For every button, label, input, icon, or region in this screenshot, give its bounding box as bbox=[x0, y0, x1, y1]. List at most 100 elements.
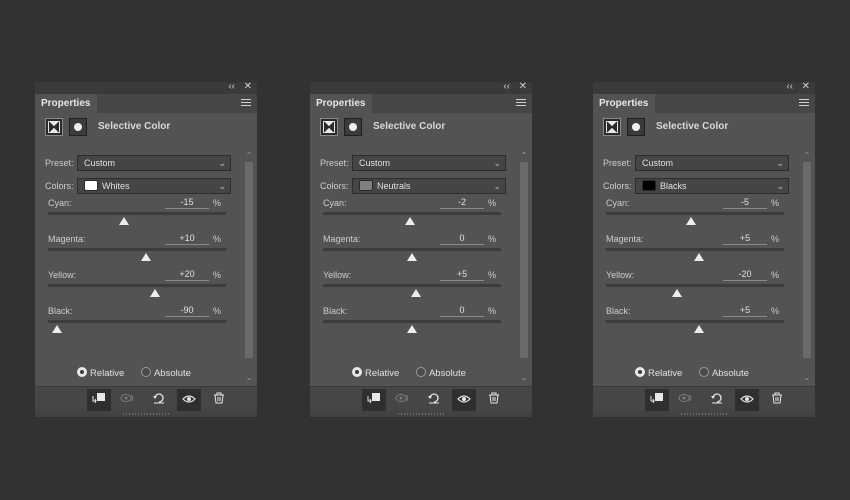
slider-value-input[interactable]: +5 bbox=[440, 269, 484, 281]
scroll-up-icon[interactable]: ⌃ bbox=[519, 152, 529, 160]
relative-radio[interactable] bbox=[352, 367, 362, 378]
scrollbar-thumb[interactable] bbox=[520, 162, 528, 358]
tab-properties[interactable]: Properties bbox=[593, 94, 655, 113]
view-previous-state-icon[interactable] bbox=[675, 389, 699, 411]
eye-icon[interactable] bbox=[452, 389, 476, 411]
reset-icon[interactable] bbox=[422, 389, 446, 411]
tab-properties[interactable]: Properties bbox=[310, 94, 372, 113]
relative-label[interactable]: Relative bbox=[648, 368, 682, 379]
double-chevron-left-icon[interactable]: ‹‹ bbox=[503, 81, 510, 93]
slider-value-input[interactable]: +5 bbox=[723, 233, 767, 245]
resize-grip[interactable] bbox=[35, 411, 257, 417]
eye-icon[interactable] bbox=[735, 389, 759, 411]
preset-dropdown[interactable]: Custom ⌄ bbox=[635, 155, 789, 171]
slider-track[interactable] bbox=[48, 320, 226, 323]
slider-knob[interactable] bbox=[51, 325, 62, 333]
slider-track[interactable] bbox=[606, 284, 784, 287]
relative-radio[interactable] bbox=[635, 367, 645, 378]
slider-knob[interactable] bbox=[411, 289, 422, 297]
layer-mask-icon[interactable] bbox=[69, 118, 87, 136]
slider-track[interactable] bbox=[323, 320, 501, 323]
scrollbar[interactable]: ⌃ ⌄ bbox=[519, 152, 529, 382]
slider-track[interactable] bbox=[323, 248, 501, 251]
slider-value-input[interactable]: 0 bbox=[440, 233, 484, 245]
selective-color-adjustment-icon[interactable] bbox=[320, 118, 338, 136]
selective-color-adjustment-icon[interactable] bbox=[45, 118, 63, 136]
double-chevron-left-icon[interactable]: ‹‹ bbox=[228, 81, 235, 93]
colors-dropdown[interactable]: Neutrals ⌄ bbox=[352, 178, 506, 194]
absolute-label[interactable]: Absolute bbox=[712, 368, 749, 379]
slider-track[interactable] bbox=[606, 248, 784, 251]
slider-knob[interactable] bbox=[405, 217, 416, 225]
close-icon[interactable]: ✕ bbox=[802, 81, 810, 93]
panel-menu-icon[interactable] bbox=[516, 99, 526, 108]
scroll-up-icon[interactable]: ⌃ bbox=[802, 152, 812, 160]
slider-knob[interactable] bbox=[407, 253, 417, 261]
relative-label[interactable]: Relative bbox=[90, 368, 124, 379]
slider-knob[interactable] bbox=[407, 325, 417, 333]
absolute-radio[interactable] bbox=[698, 367, 709, 378]
slider-track[interactable] bbox=[323, 284, 501, 287]
slider-track[interactable] bbox=[606, 320, 784, 323]
selective-color-adjustment-icon[interactable] bbox=[603, 118, 621, 136]
slider-knob[interactable] bbox=[118, 217, 129, 225]
clip-to-layer-icon[interactable] bbox=[362, 389, 386, 411]
trash-icon[interactable] bbox=[207, 389, 231, 411]
double-chevron-left-icon[interactable]: ‹‹ bbox=[786, 81, 793, 93]
resize-grip[interactable] bbox=[310, 411, 532, 417]
slider-knob[interactable] bbox=[672, 289, 683, 297]
absolute-radio[interactable] bbox=[415, 367, 426, 378]
scrollbar[interactable]: ⌃ ⌄ bbox=[244, 152, 254, 382]
slider-knob[interactable] bbox=[685, 217, 696, 225]
clip-to-layer-icon[interactable] bbox=[87, 389, 111, 411]
eye-icon[interactable] bbox=[177, 389, 201, 411]
slider-track[interactable] bbox=[323, 212, 501, 215]
scrollbar-thumb[interactable] bbox=[803, 162, 811, 358]
relative-label[interactable]: Relative bbox=[365, 368, 399, 379]
slider-value-input[interactable]: -20 bbox=[723, 269, 767, 281]
absolute-label[interactable]: Absolute bbox=[429, 368, 466, 379]
slider-knob[interactable] bbox=[149, 289, 160, 297]
reset-icon[interactable] bbox=[705, 389, 729, 411]
scroll-up-icon[interactable]: ⌃ bbox=[244, 152, 254, 160]
preset-dropdown[interactable]: Custom ⌄ bbox=[77, 155, 231, 171]
view-previous-state-icon[interactable] bbox=[392, 389, 416, 411]
slider-value-input[interactable]: +5 bbox=[723, 305, 767, 317]
layer-mask-icon[interactable] bbox=[627, 118, 645, 136]
panel-title-bar[interactable]: ‹‹ ✕ bbox=[310, 81, 532, 94]
scrollbar[interactable]: ⌃ ⌄ bbox=[802, 152, 812, 382]
scroll-down-icon[interactable]: ⌄ bbox=[244, 374, 254, 382]
close-icon[interactable]: ✕ bbox=[244, 81, 252, 93]
slider-value-input[interactable]: +20 bbox=[165, 269, 209, 281]
slider-knob[interactable] bbox=[694, 325, 705, 333]
clip-to-layer-icon[interactable] bbox=[645, 389, 669, 411]
slider-track[interactable] bbox=[606, 212, 784, 215]
slider-track[interactable] bbox=[48, 248, 226, 251]
slider-value-input[interactable]: +10 bbox=[165, 233, 209, 245]
panel-menu-icon[interactable] bbox=[241, 99, 251, 108]
trash-icon[interactable] bbox=[482, 389, 506, 411]
view-previous-state-icon[interactable] bbox=[117, 389, 141, 411]
tab-properties[interactable]: Properties bbox=[35, 94, 97, 113]
slider-value-input[interactable]: -5 bbox=[723, 197, 767, 209]
panel-title-bar[interactable]: ‹‹ ✕ bbox=[35, 81, 257, 94]
layer-mask-icon[interactable] bbox=[344, 118, 362, 136]
panel-title-bar[interactable]: ‹‹ ✕ bbox=[593, 81, 815, 94]
slider-knob[interactable] bbox=[694, 253, 705, 261]
slider-value-input[interactable]: -2 bbox=[440, 197, 484, 209]
trash-icon[interactable] bbox=[765, 389, 789, 411]
resize-grip[interactable] bbox=[593, 411, 815, 417]
relative-radio[interactable] bbox=[77, 367, 87, 378]
absolute-radio[interactable] bbox=[140, 367, 151, 378]
slider-track[interactable] bbox=[48, 212, 226, 215]
slider-track[interactable] bbox=[48, 284, 226, 287]
slider-knob[interactable] bbox=[140, 253, 151, 261]
slider-value-input[interactable]: 0 bbox=[440, 305, 484, 317]
slider-value-input[interactable]: -15 bbox=[165, 197, 209, 209]
slider-value-input[interactable]: -90 bbox=[165, 305, 209, 317]
scroll-down-icon[interactable]: ⌄ bbox=[802, 374, 812, 382]
scroll-down-icon[interactable]: ⌄ bbox=[519, 374, 529, 382]
colors-dropdown[interactable]: Blacks ⌄ bbox=[635, 178, 789, 194]
preset-dropdown[interactable]: Custom ⌄ bbox=[352, 155, 506, 171]
panel-menu-icon[interactable] bbox=[799, 99, 809, 108]
